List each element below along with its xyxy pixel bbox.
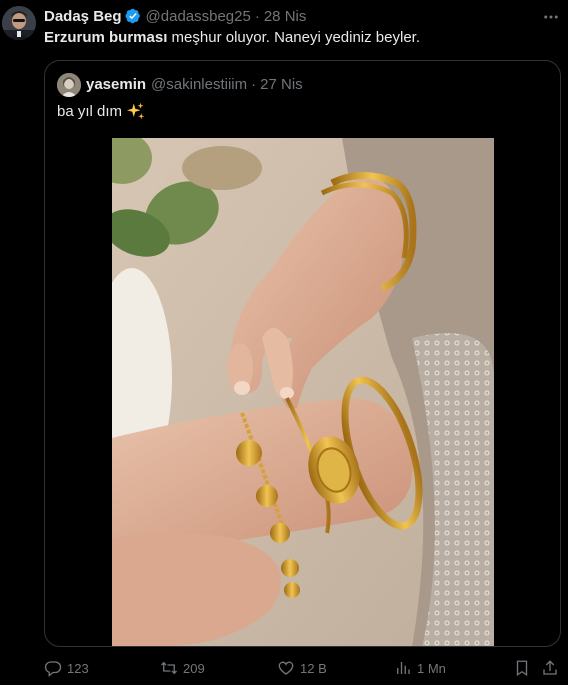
analytics-icon (397, 662, 410, 674)
tweet-actions-bar: 123 209 12 B 1 Mn (44, 657, 561, 683)
bookmark-button[interactable] (513, 659, 531, 677)
quoted-author-avatar[interactable] (57, 73, 81, 97)
more-horizontal-icon (544, 15, 558, 19)
quoted-tweet[interactable]: yasemin @sakinlestiiim · 27 Nis ba yıl d… (44, 60, 561, 647)
separator-dot: · (254, 7, 260, 25)
share-button[interactable] (541, 659, 559, 677)
separator-dot: · (251, 76, 257, 93)
reply-icon (44, 661, 62, 677)
author-handle[interactable]: @dadassbeg25 (146, 8, 251, 25)
retweet-count: 209 (183, 660, 205, 676)
tweet-text-bold: Erzurum burması (44, 29, 168, 46)
verified-badge-icon (124, 8, 140, 24)
bookmark-icon (516, 660, 528, 677)
quoted-tweet-photo[interactable] (112, 138, 494, 646)
quoted-author-display-name[interactable]: yasemin (86, 76, 146, 93)
author-avatar[interactable] (2, 6, 36, 40)
quoted-tweet-text: ba yıl dım (57, 102, 145, 120)
tweet-timestamp[interactable]: 28 Nis (264, 8, 307, 25)
tweet-text: Erzurum burması meşhur oluyor. Naneyi ye… (44, 29, 420, 46)
view-count: 1 Mn (417, 660, 446, 676)
tweet-text-rest: meşhur oluyor. Naneyi yediniz beyler. (167, 29, 421, 46)
reply-count: 123 (67, 660, 89, 676)
retweet-button[interactable]: 209 (160, 659, 205, 677)
quoted-tweet-header: yasemin @sakinlestiiim · 27 Nis (86, 76, 303, 93)
retweet-icon (161, 661, 177, 675)
sparkles-icon (127, 102, 145, 120)
like-button[interactable]: 12 B (277, 659, 327, 677)
like-count: 12 B (300, 660, 327, 676)
quoted-tweet-text-content: ba yıl dım (57, 102, 123, 120)
more-options-button[interactable] (542, 8, 560, 26)
author-display-name[interactable]: Dadaş Beg (44, 8, 122, 25)
quoted-author-handle[interactable]: @sakinlestiiim (151, 76, 247, 93)
share-icon (543, 660, 557, 675)
quoted-tweet-timestamp[interactable]: 27 Nis (260, 76, 303, 93)
views-button[interactable]: 1 Mn (394, 659, 446, 677)
heart-icon (278, 661, 294, 675)
tweet[interactable]: Dadaş Beg @dadassbeg25 · 28 Nis Erzurum … (0, 0, 568, 685)
tweet-header: Dadaş Beg @dadassbeg25 · 28 Nis (44, 7, 306, 25)
reply-button[interactable]: 123 (44, 659, 89, 677)
